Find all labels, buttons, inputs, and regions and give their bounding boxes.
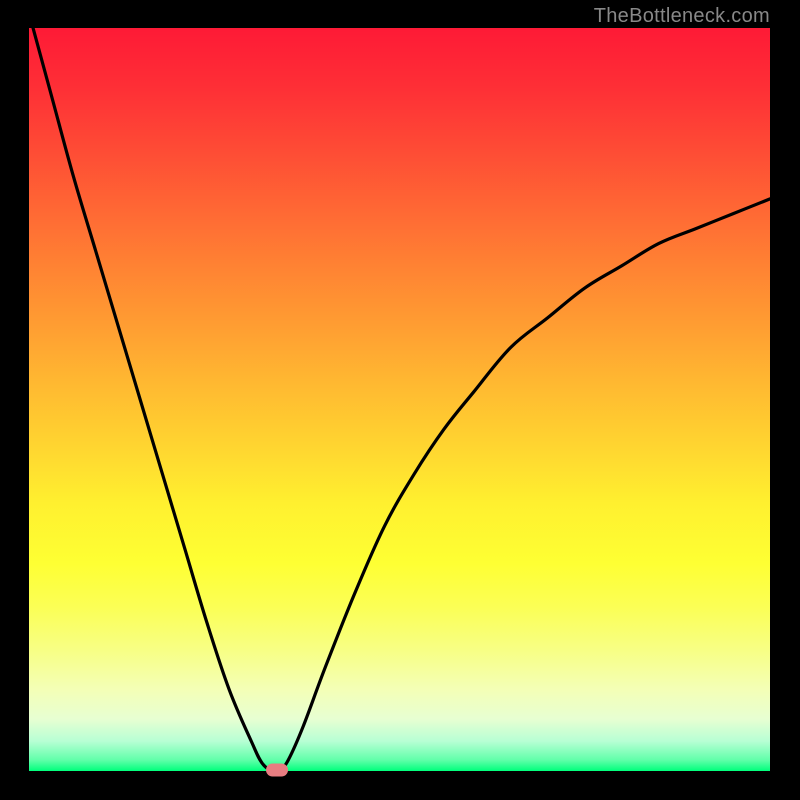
optimal-marker-icon bbox=[266, 763, 288, 776]
chart-frame: TheBottleneck.com bbox=[0, 0, 800, 800]
watermark-text: TheBottleneck.com bbox=[594, 5, 770, 28]
plot-background bbox=[29, 28, 770, 771]
